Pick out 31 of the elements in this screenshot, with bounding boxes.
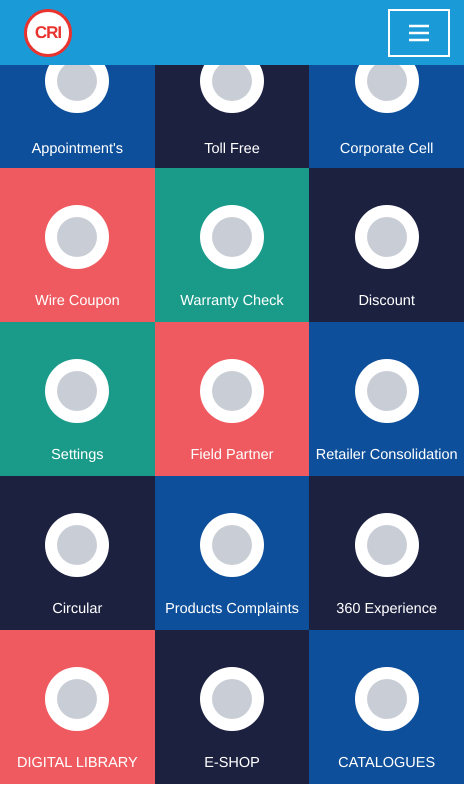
tile-label: Settings bbox=[51, 447, 104, 464]
menu-tile[interactable]: Appointment's bbox=[0, 65, 155, 168]
tile-label: Field Partner bbox=[190, 447, 274, 464]
tile-label: Discount bbox=[358, 293, 415, 310]
menu-tile[interactable]: 360 Experience bbox=[309, 476, 464, 630]
menu-tile[interactable]: Products Complaints bbox=[154, 476, 310, 630]
tile-label: Retailer Consolidation bbox=[316, 447, 458, 464]
photo-placeholder bbox=[45, 65, 110, 113]
tile-label: CATALOGUES bbox=[338, 755, 436, 772]
logo: CRI bbox=[24, 8, 72, 56]
tile-label: Circular bbox=[52, 601, 102, 618]
menu-icon bbox=[408, 24, 430, 42]
tile-label: Products Complaints bbox=[165, 601, 299, 618]
tile-label: Toll Free bbox=[204, 141, 260, 158]
photo-placeholder bbox=[354, 65, 419, 113]
tile-label: DIGITAL LIBRARY bbox=[17, 755, 138, 772]
menu-tile[interactable]: Circular bbox=[0, 476, 155, 630]
tile-label: Warranty Check bbox=[180, 293, 284, 310]
menu-tile[interactable]: Corporate Cell bbox=[309, 65, 464, 168]
menu-button[interactable] bbox=[388, 8, 450, 56]
menu-tile[interactable]: Discount bbox=[309, 168, 464, 322]
tile-label: E-SHOP bbox=[204, 755, 260, 772]
menu-tile[interactable]: Toll Free bbox=[154, 65, 310, 168]
menu-tile[interactable]: CATALOGUES bbox=[309, 630, 464, 784]
menu-tile[interactable]: Retailer Consolidation bbox=[309, 322, 464, 476]
tile-label: Appointment's bbox=[32, 141, 124, 158]
tile-label: 360 Experience bbox=[336, 601, 438, 618]
menu-tile[interactable]: E-SHOP bbox=[154, 630, 310, 784]
photo-placeholder bbox=[200, 65, 264, 113]
tile-label: Corporate Cell bbox=[340, 141, 434, 158]
tile-label: Wire Coupon bbox=[35, 293, 120, 310]
